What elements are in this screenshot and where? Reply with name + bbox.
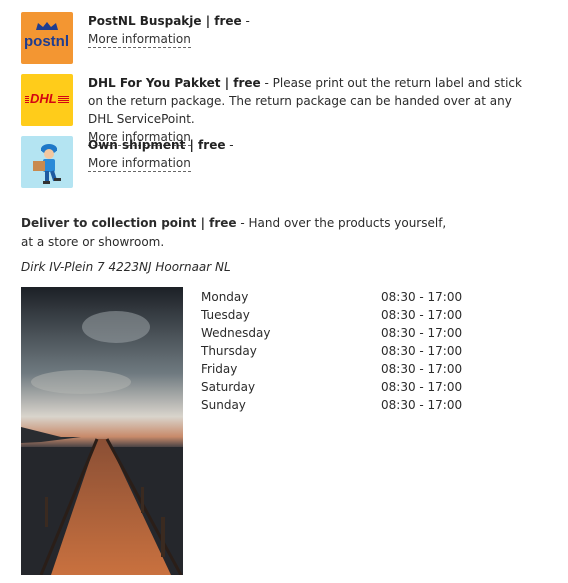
shipping-option-separator: - (241, 14, 250, 28)
opening-hours-row: Friday 08:30 - 17:00 (201, 360, 462, 378)
opening-hours-time: 08:30 - 17:00 (381, 308, 463, 322)
collection-point-title: Deliver to collection point | free (21, 216, 237, 230)
opening-hours-time: 08:30 - 17:00 (381, 326, 463, 340)
more-information-link[interactable]: More information (88, 32, 191, 48)
collection-point-option[interactable]: Deliver to collection point | free - Han… (21, 214, 461, 252)
shipping-option-postnl[interactable]: postnl PostNL Buspakje | free - More inf… (21, 12, 250, 64)
shipping-option-title: Own shipment | free (88, 138, 226, 152)
opening-hours-time: 08:30 - 17:00 (381, 362, 463, 376)
dhl-logo: DHL (21, 74, 73, 126)
opening-hours-day: Monday (201, 290, 249, 304)
opening-hours-day: Saturday (201, 380, 256, 394)
opening-hours-time: 08:30 - 17:00 (381, 290, 463, 304)
opening-hours-day: Thursday (201, 344, 257, 358)
opening-hours-row: Monday 08:30 - 17:00 (201, 288, 462, 306)
shipping-option-own[interactable]: Own shipment | free - More information (21, 136, 234, 188)
opening-hours-row: Saturday 08:30 - 17:00 (201, 378, 462, 396)
opening-hours-day: Friday (201, 362, 238, 376)
opening-hours-time: 08:30 - 17:00 (381, 344, 463, 358)
opening-hours-day: Tuesday (201, 308, 250, 322)
courier-icon (21, 136, 73, 188)
opening-hours-time: 08:30 - 17:00 (381, 380, 463, 394)
opening-hours-row: Wednesday 08:30 - 17:00 (201, 324, 462, 342)
opening-hours: Monday 08:30 - 17:00 Tuesday 08:30 - 17:00… (201, 288, 462, 414)
store-photo (21, 287, 183, 575)
more-information-link[interactable]: More information (88, 156, 191, 172)
postnl-logo: postnl (21, 12, 73, 64)
shipping-option-separator: - (225, 138, 234, 152)
opening-hours-row: Thursday 08:30 - 17:00 (201, 342, 462, 360)
collection-address: Dirk IV-Plein 7 4223NJ Hoornaar NL (21, 260, 231, 274)
postnl-logo-text: postnl (24, 33, 69, 50)
opening-hours-time: 08:30 - 17:00 (381, 398, 463, 412)
shipping-option-title: DHL For You Pakket | free (88, 76, 261, 90)
opening-hours-row: Sunday 08:30 - 17:00 (201, 396, 462, 414)
opening-hours-day: Sunday (201, 398, 246, 412)
opening-hours-row: Tuesday 08:30 - 17:00 (201, 306, 462, 324)
opening-hours-day: Wednesday (201, 326, 271, 340)
shipping-option-title: PostNL Buspakje | free (88, 14, 242, 28)
